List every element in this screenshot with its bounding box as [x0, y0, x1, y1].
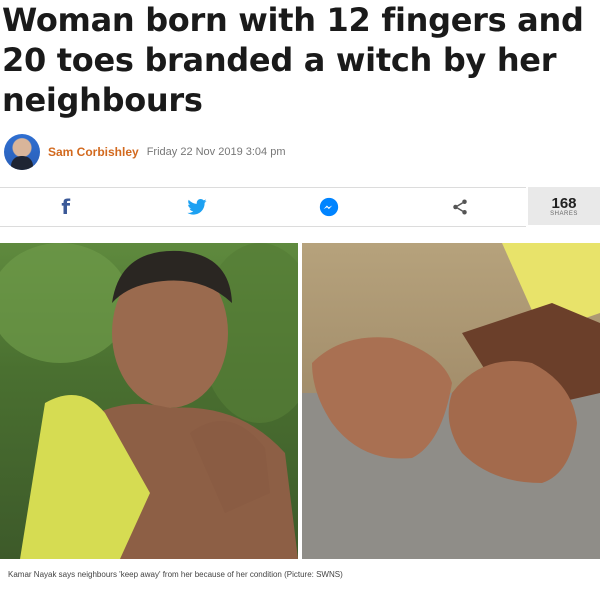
- share-bar: f: [0, 187, 526, 227]
- publish-date: Friday 22 Nov 2019 3:04 pm: [146, 146, 286, 158]
- share-count-label: SHARES: [550, 210, 578, 217]
- messenger-share-button[interactable]: [263, 188, 395, 226]
- share-button[interactable]: [395, 188, 527, 226]
- share-count-badge: 168 SHARES: [528, 187, 600, 225]
- facebook-share-button[interactable]: f: [0, 188, 132, 226]
- photo-woman-portrait: [0, 243, 298, 559]
- facebook-icon: f: [61, 195, 71, 219]
- article-headline: Woman born with 12 fingers and 20 toes b…: [2, 1, 584, 119]
- author-name[interactable]: Sam Corbishley: [48, 145, 139, 159]
- share-icon: [453, 199, 467, 215]
- twitter-icon: [187, 199, 207, 215]
- image-caption: Kamar Nayak says neighbours 'keep away' …: [8, 570, 343, 579]
- photo-feet: [302, 243, 600, 559]
- twitter-share-button[interactable]: [132, 188, 264, 226]
- messenger-icon: [319, 197, 338, 217]
- share-count: 168: [551, 194, 577, 212]
- author-avatar[interactable]: [4, 134, 40, 170]
- byline: Sam Corbishley Friday 22 Nov 2019 3:04 p…: [4, 132, 286, 172]
